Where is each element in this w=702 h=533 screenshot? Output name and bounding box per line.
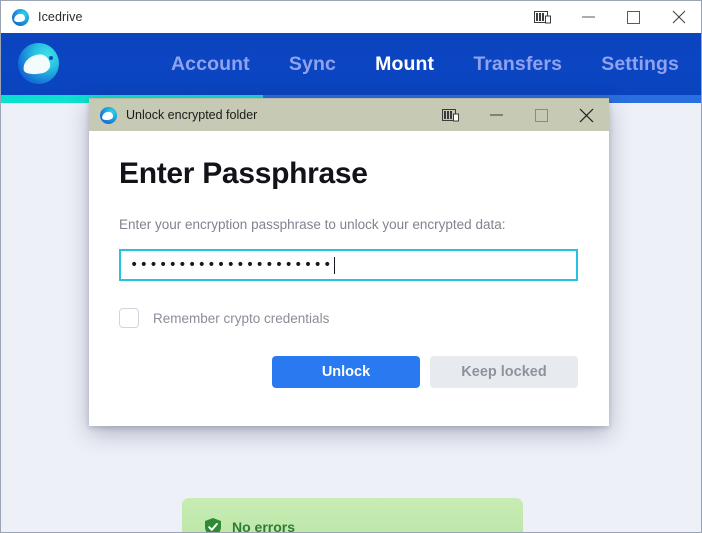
dialog-button-row: Unlock Keep locked — [119, 356, 578, 388]
remember-credentials-row[interactable]: Remember crypto credentials — [119, 308, 579, 328]
application-window: Icedrive Account Sync Mount Transfers Se… — [0, 0, 702, 533]
green-check-shield-icon — [205, 518, 221, 532]
dock-panel-icon[interactable] — [518, 1, 566, 33]
unlock-button[interactable]: Unlock — [272, 356, 420, 388]
maximize-icon[interactable] — [519, 99, 564, 131]
dialog-window-controls — [426, 99, 609, 131]
passphrase-input[interactable]: ••••••••••••••••••••• — [119, 249, 578, 281]
nav-item-transfers[interactable]: Transfers — [473, 53, 562, 76]
dialog-content: Enter Passphrase Enter your encryption p… — [89, 131, 609, 388]
maximize-icon[interactable] — [611, 1, 656, 33]
icedrive-logo-icon — [12, 8, 29, 26]
unlock-encrypted-folder-dialog: Unlock encrypted folder Enter Passphrase… — [89, 98, 609, 426]
dialog-heading: Enter Passphrase — [119, 157, 368, 190]
dock-panel-icon[interactable] — [426, 99, 474, 131]
dialog-titlebar: Unlock encrypted folder — [89, 98, 609, 131]
remember-credentials-label: Remember crypto credentials — [153, 310, 330, 326]
icedrive-brand-logo-icon — [18, 43, 59, 84]
close-icon[interactable] — [564, 99, 609, 131]
nav-item-settings[interactable]: Settings — [601, 53, 679, 76]
app-titlebar: Icedrive — [1, 1, 701, 33]
remember-credentials-checkbox[interactable] — [119, 308, 139, 328]
app-titlebar-left: Icedrive — [1, 8, 518, 26]
close-icon[interactable] — [656, 1, 701, 33]
nav-item-sync[interactable]: Sync — [289, 53, 336, 76]
nav-item-account[interactable]: Account — [171, 53, 250, 76]
passphrase-input-value: ••••••••••••••••••••• — [130, 258, 333, 272]
app-window-controls — [518, 1, 701, 33]
minimize-icon[interactable] — [566, 1, 611, 33]
keep-locked-button[interactable]: Keep locked — [430, 356, 578, 388]
icedrive-logo-icon — [100, 106, 117, 124]
status-banner-text: No errors — [232, 519, 296, 533]
nav-items: Account Sync Mount Transfers Settings — [171, 33, 701, 95]
nav-item-mount[interactable]: Mount — [375, 53, 434, 76]
text-caret — [333, 256, 335, 274]
main-navigation-bar: Account Sync Mount Transfers Settings — [1, 33, 701, 95]
minimize-icon[interactable] — [474, 99, 519, 131]
status-banner: No errors — [182, 498, 523, 533]
app-title: Icedrive — [38, 10, 83, 24]
dialog-subtext: Enter your encryption passphrase to unlo… — [119, 217, 506, 232]
dialog-titlebar-left: Unlock encrypted folder — [89, 106, 426, 124]
dialog-title: Unlock encrypted folder — [126, 108, 258, 122]
